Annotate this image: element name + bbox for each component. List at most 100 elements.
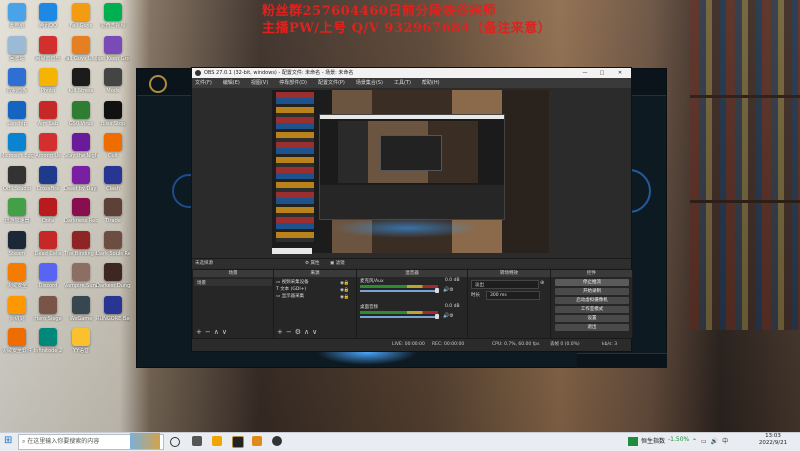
desktop-icon[interactable]: Steam <box>0 230 34 257</box>
minimize-icon[interactable]: — <box>578 68 592 78</box>
client-logo-icon <box>149 75 167 93</box>
scene-controls[interactable]: +−∧∨ <box>196 328 230 336</box>
obs-titlebar[interactable]: OBS 27.0.1 (32-bit, windows) - 配置文件: 未命名… <box>192 68 631 78</box>
desktop-icon[interactable]: CrossFire <box>31 165 65 192</box>
duration-input[interactable]: 300 ms <box>486 291 540 300</box>
start-recording-button[interactable]: 开始录制 <box>555 288 629 295</box>
desktop-icon[interactable]: Hero Siege <box>31 295 65 322</box>
desktop-icon[interactable]: WeGame <box>64 295 98 322</box>
taskbar-lol-icon[interactable] <box>232 436 244 448</box>
obs-menu-item[interactable]: 视图(V) <box>251 80 268 86</box>
studio-mode-button[interactable]: 工作室模式 <box>555 306 629 313</box>
desktop-icon[interactable]: GS0 Virus <box>64 100 98 127</box>
desktop-icon[interactable]: 腾讯QQ <box>31 3 65 29</box>
desktop-icon-label: 火绒剑 <box>9 315 25 322</box>
scene-item[interactable]: 场景 <box>194 279 272 286</box>
mute-speaker-icon[interactable]: 🔊⚙ <box>443 287 454 293</box>
volume-slider[interactable] <box>360 316 438 318</box>
desktop-icon[interactable]: Infinitode 2 <box>31 328 65 354</box>
system-tray-icons[interactable]: ⌃▭🔊中 <box>692 436 732 445</box>
stop-streaming-button[interactable]: 停止推流 <box>555 279 629 286</box>
desktop-icon[interactable]: YY语音 <box>64 328 98 354</box>
volume-knob[interactable] <box>435 288 439 293</box>
desktop-icon[interactable]: Microsoft Edge <box>0 133 34 159</box>
obs-menu-item[interactable]: 场景集合(S) <box>356 80 383 86</box>
stock-name[interactable]: 恒生指数 <box>641 436 665 445</box>
source-item[interactable]: T 文本 (GDI+) <box>276 286 306 292</box>
desktop-icon[interactable]: Lanchip <box>0 100 34 127</box>
desktop-icon[interactable]: Fall Guys Ultimate <box>64 35 98 62</box>
start-windows-icon[interactable]: ⊞ <box>4 436 14 446</box>
desktop-icon-image <box>39 3 57 21</box>
obs-window[interactable]: OBS 27.0.1 (32-bit, windows) - 配置文件: 未命名… <box>191 67 633 352</box>
source-visibility-icons[interactable]: ◉🔒 ◉🔒 ◉🔒 <box>340 280 350 301</box>
desktop-icon[interactable]: Discord <box>31 263 65 289</box>
desktop-icon[interactable]: Fall Guys <box>64 3 98 29</box>
desktop-icon[interactable]: OBS Studio <box>0 165 34 192</box>
client-social-bar[interactable] <box>577 353 667 368</box>
obs-menu-item[interactable]: 工具(T) <box>394 80 411 86</box>
desktop-icon[interactable]: Bliss Stop <box>96 100 130 127</box>
stock-change[interactable]: -1.50% <box>668 436 689 443</box>
transitions-dock: 转场特效 淡出 ⊕ 时长 300 ms <box>467 269 551 339</box>
exit-button[interactable]: 退出 <box>555 324 629 331</box>
settings-button[interactable]: 设置 <box>555 315 629 322</box>
desktop-icon[interactable]: 爱奇艺视频 <box>96 3 130 29</box>
desktop-icon[interactable]: Darkness Reborn <box>64 198 98 224</box>
filters-button[interactable]: ▣ 滤镜 <box>330 260 345 266</box>
taskbar-app-icon[interactable] <box>252 436 262 446</box>
taskbar-app-icon[interactable] <box>212 436 222 446</box>
desktop-icon[interactable]: Dota <box>31 198 65 224</box>
desktop-icon[interactable]: 迅游加速器 <box>0 198 34 224</box>
desktop-icon[interactable]: The Binding of Isaac <box>64 230 98 257</box>
desktop-icon[interactable]: Vampire Survivors <box>64 263 98 289</box>
desktop-icon[interactable]: 此电脑 <box>0 3 34 29</box>
desktop-icon[interactable]: Clash <box>96 165 130 192</box>
obs-menu-item[interactable]: 文件(F) <box>195 80 212 86</box>
desktop-icon[interactable]: Kill Stress <box>64 68 98 94</box>
mute-speaker-icon[interactable]: 🔊⚙ <box>443 313 454 319</box>
desktop-icon[interactable]: Tirade <box>96 198 130 224</box>
start-virtualcam-button[interactable]: 启动虚拟摄像机 <box>555 297 629 304</box>
desktop-icon[interactable]: Just Keep Growin <box>96 35 130 62</box>
desktop-icon[interactable]: Dead by Daylight <box>64 165 98 192</box>
desktop-icon[interactable]: 火绒安全 <box>0 263 34 289</box>
transition-add-icon[interactable]: ⊕ <box>540 280 544 286</box>
close-icon[interactable]: ✕ <box>613 68 627 78</box>
desktop-icon[interactable]: 回收站 <box>0 35 34 62</box>
maximize-icon[interactable]: □ <box>595 68 609 78</box>
desktop-icon[interactable]: Cult <box>96 133 130 159</box>
obs-menu-item[interactable]: 编辑(E) <box>223 80 240 86</box>
desktop-icon[interactable]: 控制面板 <box>0 68 34 94</box>
obs-menu-item[interactable]: 停靠部件(D) <box>279 80 307 86</box>
properties-button[interactable]: ⚙ 属性 <box>305 260 319 266</box>
transition-select[interactable]: 淡出 <box>471 280 539 289</box>
source-controls[interactable]: +−⚙∧∨ <box>277 328 320 336</box>
taskbar-app-icon[interactable] <box>192 436 202 446</box>
task-view-icon[interactable] <box>170 437 180 447</box>
desktop-icon[interactable]: Darkest Dungeon <box>96 263 130 289</box>
obs-menu-item[interactable]: 配置文件(P) <box>318 80 345 86</box>
desktop-icon[interactable]: Dark Souls Remastered <box>96 230 130 257</box>
desktop-icon[interactable]: 火绒安全软件 <box>0 328 34 354</box>
desktop-icon[interactable]: RUNGORE Beginner <box>96 295 130 322</box>
obs-menubar: 文件(F) 编辑(E) 视图(V) 停靠部件(D) 配置文件(P) 场景集合(S) 工具(T… <box>192 78 631 88</box>
volume-slider[interactable] <box>360 290 438 292</box>
desktop-icon[interactable]: Dead Cells <box>31 230 65 257</box>
source-item[interactable]: ▭ 显示器采集 <box>276 293 304 299</box>
desktop-icon[interactable]: Stay the Night <box>64 133 98 159</box>
source-item[interactable]: ▭ 视频采集设备 <box>276 279 309 285</box>
desktop-icon[interactable]: 网易云音乐 <box>31 35 65 62</box>
desktop-icon[interactable]: Among Us <box>31 133 65 159</box>
desktop-icon[interactable]: Aim Lab <box>31 100 65 127</box>
desktop-icon-image <box>104 295 122 314</box>
obs-menu-item[interactable]: 帮助(H) <box>422 80 440 86</box>
desktop-icon-image <box>8 263 26 281</box>
volume-knob[interactable] <box>435 314 439 319</box>
desktop-icon[interactable]: Mods <box>96 68 130 94</box>
desktop-icon[interactable]: 火绒剑 <box>0 295 34 322</box>
taskbar-obs-icon[interactable] <box>272 436 282 446</box>
obs-preview[interactable] <box>272 90 549 253</box>
clock[interactable]: 13:03 2022/9/21 <box>753 433 793 447</box>
desktop-icon[interactable]: Photo <box>31 68 65 94</box>
